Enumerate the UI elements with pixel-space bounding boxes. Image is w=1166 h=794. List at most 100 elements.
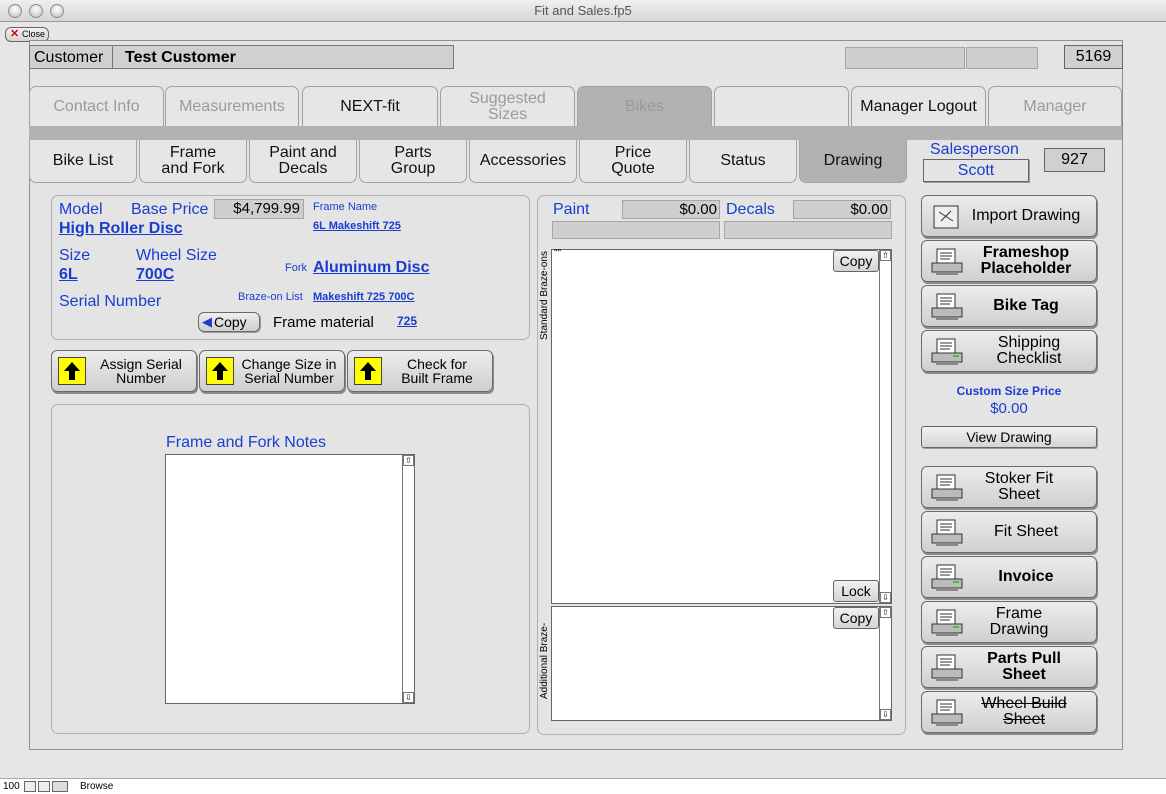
frame-material-value[interactable]: 725 (397, 314, 417, 328)
tab-suggested-sizes[interactable]: Suggested Sizes (440, 86, 575, 126)
tab-next-fit[interactable]: NEXT-fit (302, 86, 438, 126)
zoom-level[interactable]: 100 (3, 781, 20, 792)
copy-frame-label: Copy (214, 314, 247, 330)
wheel-size-label: Wheel Size (136, 247, 217, 264)
left-arrow-icon: ◀ (202, 314, 212, 329)
invoice-button[interactable]: Invoice (921, 556, 1097, 598)
lock-button[interactable]: Lock (833, 580, 879, 602)
size-value[interactable]: 6L (59, 266, 78, 284)
standard-brazeons-value: "" (554, 248, 562, 259)
printer-icon (931, 654, 963, 681)
wheel-build-sheet-button[interactable]: Wheel Build Sheet (921, 691, 1097, 733)
subtab-price-quote[interactable]: Price Quote (579, 140, 687, 183)
drawing-import-icon (933, 205, 959, 229)
printer-icon (931, 699, 963, 726)
custom-size-price-label: Custom Size Price (956, 384, 1062, 398)
notes-textarea[interactable]: ⇧ ⇩ (165, 454, 415, 704)
additional-scrollbar[interactable]: ⇧ ⇩ (879, 607, 891, 720)
model-value[interactable]: High Roller Disc (59, 220, 183, 238)
brazeon-list-value[interactable]: Makeshift 725 700C (313, 291, 415, 303)
customer-name[interactable]: Test Customer (125, 49, 236, 67)
frame-name-label: Frame Name (313, 201, 378, 213)
shipping-checklist-button[interactable]: Shipping Checklist (921, 330, 1097, 372)
standard-brazeons-label: Standard Braze-ons (539, 251, 550, 340)
scroll-down-icon[interactable]: ⇩ (403, 692, 414, 703)
paint-value: $0.00 (622, 200, 720, 219)
scroll-up-icon[interactable]: ⇧ (880, 607, 891, 618)
scroll-down-icon[interactable]: ⇩ (880, 709, 891, 720)
up-arrow-icon (354, 357, 382, 385)
window-title: Fit and Sales.fp5 (534, 3, 632, 18)
copy-standard-button[interactable]: Copy (833, 250, 879, 272)
zoom-out-icon[interactable] (24, 781, 36, 792)
fork-label: Fork (285, 262, 307, 274)
tab-manager-logout[interactable]: Manager Logout (851, 86, 986, 126)
salesperson-label: Salesperson (930, 141, 1019, 158)
subtab-status[interactable]: Status (689, 140, 797, 183)
decals-detail-field (724, 221, 892, 239)
scroll-down-icon[interactable]: ⇩ (880, 592, 891, 603)
salesperson-id: 927 (1044, 148, 1105, 172)
tab-manager[interactable]: Manager (988, 86, 1122, 126)
serial-number-label: Serial Number (59, 293, 162, 310)
tab-blank[interactable] (714, 86, 849, 126)
progress-field-1 (845, 47, 965, 69)
parts-pull-sheet-button[interactable]: Parts Pull Sheet (921, 646, 1097, 688)
fork-value[interactable]: Aluminum Disc (313, 259, 429, 277)
subtab-drawing[interactable]: Drawing (799, 140, 907, 183)
frameshop-placeholder-button[interactable]: Frameshop Placeholder (921, 240, 1097, 282)
check-built-frame-button[interactable]: Check for Built Frame (347, 350, 493, 392)
status-bar: 100 Browse (0, 778, 1166, 794)
scroll-up-icon[interactable]: ⇧ (403, 455, 414, 466)
customer-field: Customer Test Customer (29, 45, 454, 69)
bike-tag-button[interactable]: Bike Tag (921, 285, 1097, 327)
printer-icon (931, 338, 963, 365)
tab-bikes[interactable]: Bikes (577, 86, 712, 126)
change-size-button[interactable]: Change Size in Serial Number (199, 350, 345, 392)
frame-drawing-button[interactable]: Frame Drawing (921, 601, 1097, 643)
subtab-frame-fork[interactable]: Frame and Fork (139, 140, 247, 183)
record-number: 5169 (1064, 45, 1123, 69)
close-window-icon[interactable] (8, 4, 22, 18)
copy-additional-button[interactable]: Copy (833, 607, 879, 629)
paint-detail-field (552, 221, 720, 239)
tab-contact-info[interactable]: Contact Info (29, 86, 164, 126)
custom-size-price-value: $0.00 (990, 400, 1028, 417)
scroll-up-icon[interactable]: ⇧ (880, 250, 891, 261)
standard-brazeons-field[interactable]: "" ⇧ ⇩ (551, 248, 892, 604)
up-arrow-icon (206, 357, 234, 385)
zoom-in-icon[interactable] (38, 781, 50, 792)
tab-measurements[interactable]: Measurements (165, 86, 299, 126)
wheel-size-value[interactable]: 700C (136, 266, 174, 284)
brazeon-list-label: Braze-on List (238, 291, 303, 303)
tab-strip (29, 126, 1122, 140)
assign-serial-button[interactable]: Assign Serial Number (51, 350, 197, 392)
customer-label: Customer (34, 49, 104, 66)
printer-icon (931, 474, 963, 501)
notes-scrollbar[interactable]: ⇧ ⇩ (402, 455, 414, 703)
zoom-window-icon[interactable] (50, 4, 64, 18)
subtab-accessories[interactable]: Accessories (469, 140, 577, 183)
view-drawing-button[interactable]: View Drawing (921, 426, 1097, 448)
status-area-toggle-icon[interactable] (52, 781, 68, 792)
subtab-parts-group[interactable]: Parts Group (359, 140, 467, 183)
salesperson-name[interactable]: Scott (923, 159, 1029, 182)
minimize-window-icon[interactable] (29, 4, 43, 18)
frame-name-value[interactable]: 6L Makeshift 725 (313, 220, 401, 232)
printer-icon (931, 293, 963, 320)
assign-serial-label: Assign Serial Number (100, 356, 182, 386)
fit-sheet-button[interactable]: Fit Sheet (921, 511, 1097, 553)
copy-frame-button[interactable]: ◀ Copy (198, 312, 260, 332)
close-button-label: Close (21, 29, 45, 39)
stoker-fit-sheet-button[interactable]: Stoker Fit Sheet (921, 466, 1097, 508)
standard-scrollbar[interactable]: ⇧ ⇩ (879, 250, 891, 603)
printer-icon (931, 609, 963, 636)
decals-value: $0.00 (793, 200, 891, 219)
subtab-paint-decals[interactable]: Paint and Decals (249, 140, 357, 183)
base-price-value: $4,799.99 (214, 199, 304, 219)
mode-indicator[interactable]: Browse (80, 781, 113, 792)
subtab-bike-list[interactable]: Bike List (29, 140, 137, 183)
size-label: Size (59, 247, 91, 264)
import-drawing-button[interactable]: Import Drawing (921, 195, 1097, 237)
frame-material-label: Frame material (273, 314, 374, 331)
